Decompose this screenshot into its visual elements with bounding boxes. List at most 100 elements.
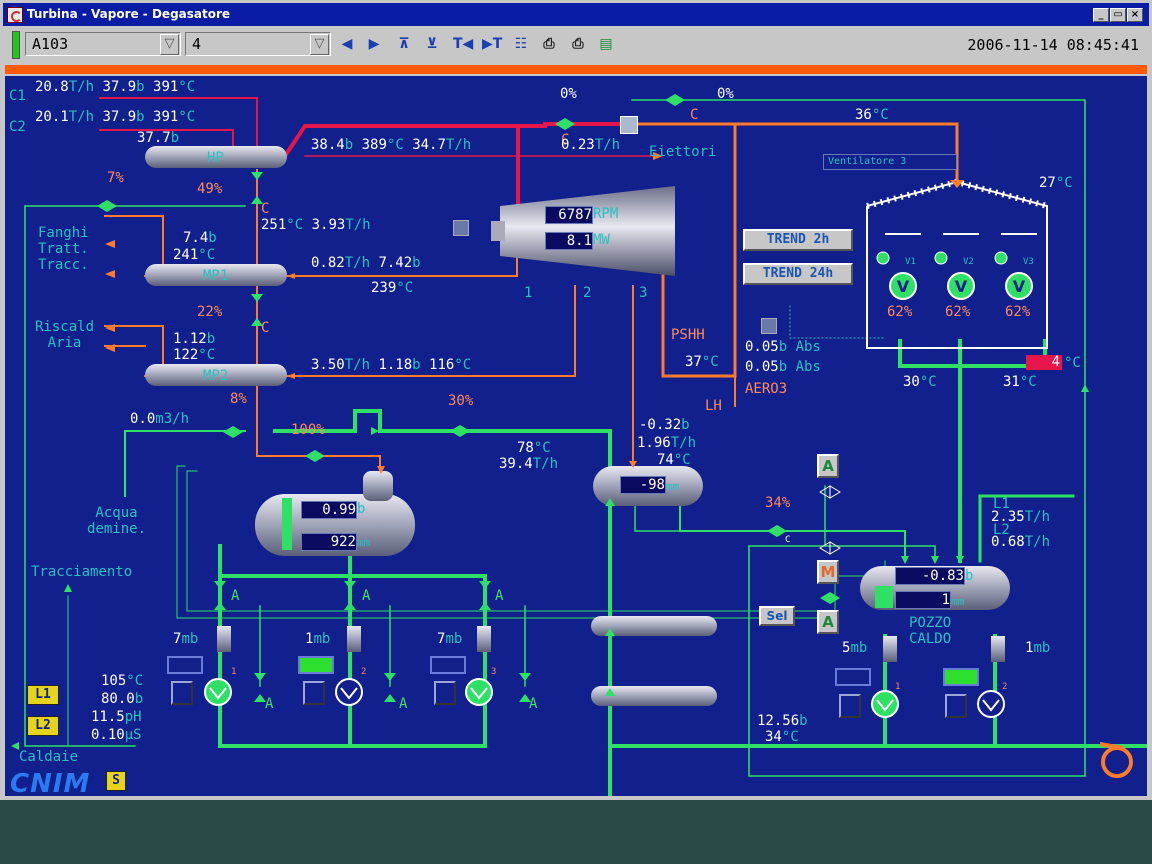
arrow-right-icon[interactable]: ▶: [365, 35, 383, 53]
minimize-button[interactable]: _: [1093, 8, 1109, 22]
boiler-ph: 11.5pH: [91, 709, 142, 725]
maximize-button[interactable]: ▭: [1110, 8, 1126, 22]
pump3-status-bar[interactable]: [430, 656, 466, 674]
hotwell-pump2-number: 2: [1002, 682, 1008, 692]
c2-label: C2: [9, 119, 26, 135]
condenser-flow: 1.96T/h: [637, 435, 697, 451]
tracciamento-label: Tracciamento: [31, 564, 133, 580]
hotwell-pump2-status-bar[interactable]: [943, 668, 979, 686]
valve-22-pct: 22%: [197, 304, 223, 320]
valve-c2-label: C: [261, 320, 270, 336]
boiler-pressure: 80.0b: [101, 691, 144, 707]
turbine-body: [500, 186, 675, 276]
valve-100-pct: 100%: [291, 422, 325, 438]
degasser-pressure: 0.99: [301, 501, 357, 519]
l1-button[interactable]: L1: [27, 685, 59, 705]
hotwell-pump1-status-bar[interactable]: [835, 668, 871, 686]
caldaie-label: Caldaie: [19, 749, 79, 765]
aero-outlet-temp-2: 31°C: [1003, 374, 1037, 390]
chevron-down-icon[interactable]: ▽: [160, 34, 179, 55]
ejector-label: Eiettori: [649, 144, 717, 160]
valve-8-pct: 8%: [230, 391, 247, 407]
pump1-select[interactable]: [171, 681, 193, 705]
manual-mode-button[interactable]: M: [817, 560, 839, 584]
tree-up-icon[interactable]: ⊼: [395, 35, 413, 53]
hotwell-pump1-select[interactable]: [839, 694, 861, 718]
chevron-down-icon[interactable]: ▽: [310, 34, 329, 55]
ejector-icon[interactable]: [620, 116, 638, 134]
pump3-pressure: 7mb: [437, 631, 463, 647]
fan-v1-pct: 62%: [887, 304, 913, 320]
trend-24h-button[interactable]: TREND 24h: [743, 263, 853, 285]
pump1-status-bar[interactable]: [167, 656, 203, 674]
fan-v3-pct: 62%: [1005, 304, 1031, 320]
pump3-select[interactable]: [434, 681, 456, 705]
valve-34-c: C: [785, 535, 791, 545]
condensate-pressure: 12.56b: [757, 713, 808, 729]
turbine-info-button[interactable]: [453, 220, 469, 236]
auto-mode-button-2[interactable]: A: [817, 610, 839, 634]
pump1-pressure: 7mb: [173, 631, 199, 647]
c1-label: C1: [9, 88, 26, 104]
hp-mp1-readout: 251°C 3.93T/h: [261, 217, 371, 233]
svg-text:V: V: [955, 277, 968, 296]
trash-icon[interactable]: ▤: [597, 35, 615, 53]
fan-v3-id: V3: [1023, 257, 1034, 267]
vacuum-abs-1: 0.05b Abs: [745, 339, 821, 355]
valve-a-label-2: A: [362, 588, 371, 604]
first-icon[interactable]: T◀: [453, 35, 473, 53]
valve-a-label-6: A: [529, 696, 538, 712]
hotwell-pressure: -0.83: [895, 567, 965, 585]
l2-button[interactable]: L2: [27, 716, 59, 736]
close-button[interactable]: ×: [1127, 8, 1143, 22]
hp-pressure: 37.7b: [137, 130, 180, 146]
tree-down-icon[interactable]: ⊻: [423, 35, 441, 53]
hotwell-level-unit: mm: [951, 595, 965, 608]
mp1-header-label: MP1: [203, 268, 229, 284]
hotwell-pump2-select[interactable]: [945, 694, 967, 718]
l2-flow: 0.68T/h: [991, 534, 1051, 550]
mp2-temp: 122°C: [173, 347, 216, 363]
hotwell-level: 1: [895, 591, 951, 609]
pshh-temp: 37°C: [685, 354, 719, 370]
print-icon[interactable]: ⎙: [540, 35, 558, 53]
demin-flow: 0.0m3/h: [130, 411, 190, 427]
condenser-pressure: -0.32b: [639, 417, 690, 433]
c1-readout: 20.8T/h 37.9b 391°C: [35, 79, 196, 95]
s-button[interactable]: S: [106, 771, 126, 791]
hp-outlet-readout: 38.4b 389°C 34.7T/h: [311, 137, 472, 153]
degasser-level: 922: [301, 533, 357, 551]
hotwell-pump1-number: 1: [895, 682, 901, 692]
trend-2h-button[interactable]: TREND 2h: [743, 229, 853, 251]
hierarchy-icon[interactable]: ☷: [512, 35, 530, 53]
pump2-select[interactable]: [303, 681, 325, 705]
toolbar: A103 ▽ 4 ▽ ◀ ▶ ⊼ ⊻ T◀ ▶T ☷ ⎙ ⎙ ▤ 2006-11…: [3, 28, 1149, 62]
print-preview-icon[interactable]: ⎙: [569, 35, 587, 53]
title-bar: Turbina - Vapore - Degasatore _ ▭ ×: [3, 3, 1149, 26]
alarm-bar: [5, 65, 1147, 74]
aero-outlet-temp-1: 30°C: [903, 374, 937, 390]
svg-text:V: V: [897, 277, 910, 296]
auto-mode-button-1[interactable]: A: [817, 454, 839, 478]
plant-select[interactable]: A103 ▽: [25, 32, 181, 56]
pump2-status-bar[interactable]: [298, 656, 334, 674]
mp2-pressure: 1.12b: [173, 331, 216, 347]
vacuum-info-button[interactable]: [761, 318, 777, 334]
condenser-level-unit: mm: [666, 480, 680, 493]
turbine-power-unit: MW: [593, 232, 610, 248]
mp2-header-label: MP2: [203, 368, 229, 384]
fanghi-label: Fanghi Tratt. Tracc.: [38, 225, 89, 273]
valve-c-label: C: [261, 201, 270, 217]
last-icon[interactable]: ▶T: [482, 35, 502, 53]
feed-flow: 39.4T/h: [499, 456, 559, 472]
turbine-power: 8.1: [545, 232, 593, 250]
mp1-pressure: 7.4b: [183, 230, 217, 246]
select-button[interactable]: Sel: [759, 606, 795, 626]
fan-v2-pct: 62%: [945, 304, 971, 320]
arrow-left-icon[interactable]: ◀: [338, 35, 356, 53]
page-select[interactable]: 4 ▽: [185, 32, 331, 56]
fan-selector[interactable]: Ventilatore 3: [823, 154, 957, 170]
pump1-number: 1: [231, 667, 237, 677]
pump3-number: 3: [491, 667, 497, 677]
aero-inlet-temp: 36°C: [855, 107, 889, 123]
